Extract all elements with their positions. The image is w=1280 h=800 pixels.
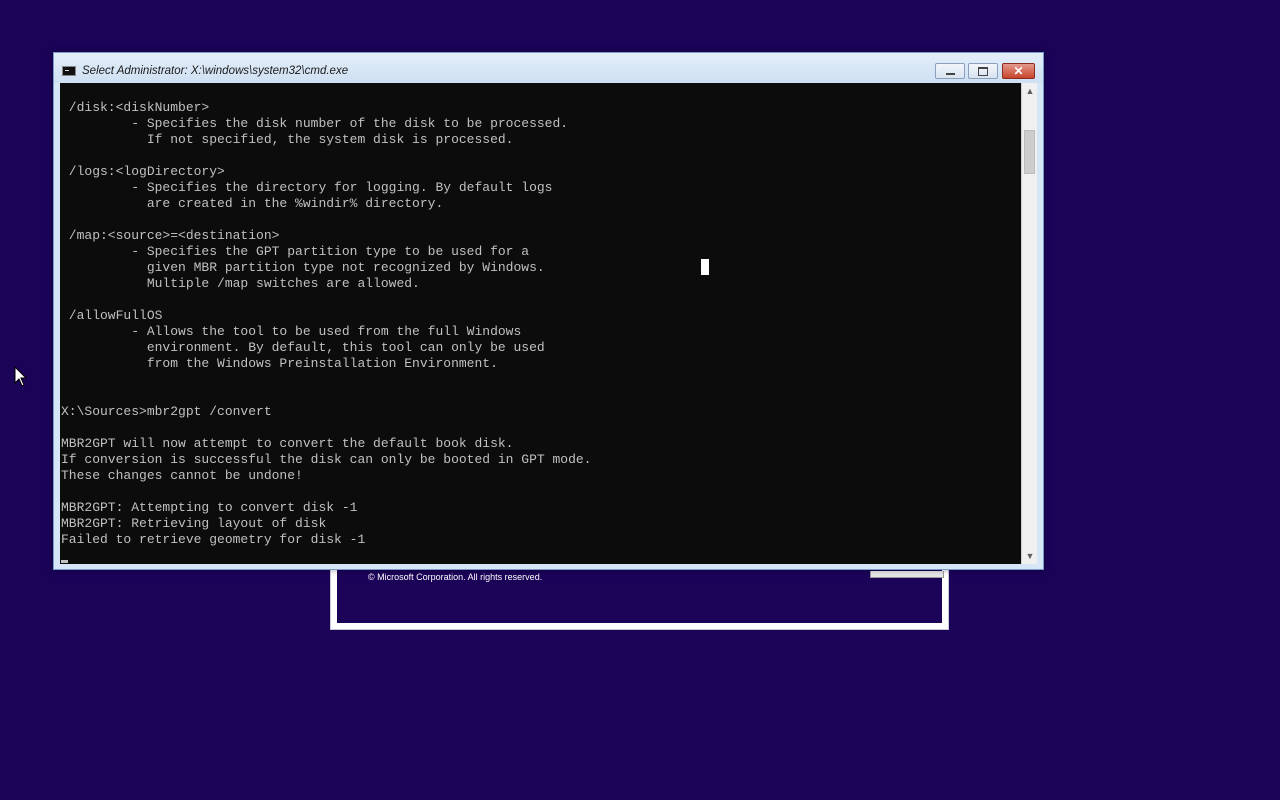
console-line: are created in the %windir% directory. [61,196,444,211]
console-text: /disk:<diskNumber> - Specifies the disk … [61,100,592,548]
console-line: MBR2GPT: Retrieving layout of disk [61,516,327,531]
text-selection-cursor [701,259,709,275]
minimize-button[interactable] [935,63,965,79]
console-line: /disk:<diskNumber> [61,100,210,115]
maximize-icon [978,66,988,76]
mouse-pointer-icon [14,366,28,387]
setup-copyright-text: © Microsoft Corporation. All rights rese… [368,572,543,582]
scroll-thumb[interactable] [1024,130,1035,174]
close-icon: ✕ [1013,64,1024,78]
console-line: from the Windows Preinstallation Environ… [61,356,498,371]
console-line: - Specifies the disk number of the disk … [61,116,569,131]
console-line: Failed to retrieve geometry for disk -1 [61,532,366,547]
scroll-down-icon[interactable]: ▼ [1022,548,1038,564]
desktop: © Microsoft Corporation. All rights rese… [0,0,1280,800]
console-line: These changes cannot be undone! [61,468,303,483]
console-line: given MBR partition type not recognized … [61,260,545,275]
console-line: environment. By default, this tool can o… [61,340,545,355]
console-output[interactable]: /disk:<diskNumber> - Specifies the disk … [60,83,1021,564]
console-line: MBR2GPT will now attempt to convert the … [61,436,514,451]
console-line: If not specified, the system disk is pro… [61,132,514,147]
window-title: Select Administrator: X:\windows\system3… [82,65,349,77]
console-line: /logs:<logDirectory> [61,164,225,179]
minimize-icon [945,73,955,75]
maximize-button[interactable] [968,63,998,79]
console-line: - Specifies the directory for logging. B… [61,180,553,195]
console-line: MBR2GPT: Attempting to convert disk -1 [61,500,358,515]
setup-next-button[interactable] [870,571,944,578]
console-line: Multiple /map switches are allowed. [61,276,420,291]
console-line: - Allows the tool to be used from the fu… [61,324,522,339]
console-line: X:\Sources>mbr2gpt /convert [61,404,272,419]
cmd-window[interactable]: Select Administrator: X:\windows\system3… [53,52,1044,570]
console-line: /map:<source>=<destination> [61,228,280,243]
cmd-icon [62,66,76,76]
prompt-cursor [61,560,68,563]
console-line: /allowFullOS [61,308,163,323]
console-line: - Specifies the GPT partition type to be… [61,244,530,259]
console-line: If conversion is successful the disk can… [61,452,592,467]
title-bar[interactable]: Select Administrator: X:\windows\system3… [54,53,1043,83]
close-button[interactable]: ✕ [1002,63,1035,79]
scroll-up-icon[interactable]: ▲ [1022,83,1038,99]
vertical-scrollbar[interactable]: ▲ ▼ [1021,83,1037,564]
